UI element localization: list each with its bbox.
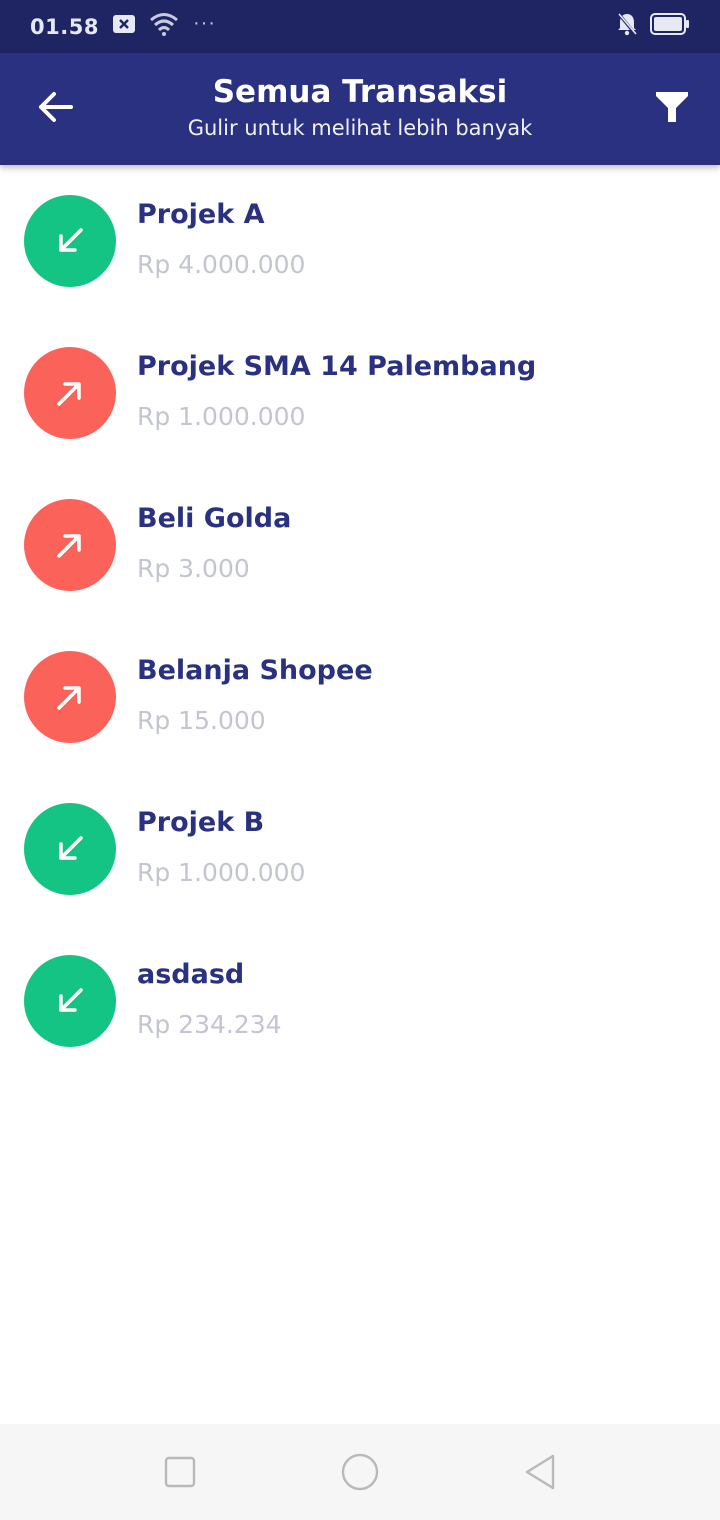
system-back-button[interactable] [518,1452,562,1496]
home-button[interactable] [338,1452,382,1496]
circle-icon [341,1453,379,1496]
arrow-left-icon [37,91,73,128]
triangle-back-icon [523,1453,557,1496]
page-title: Semua Transaksi [212,74,508,110]
transaction-name: Beli Golda [137,503,292,534]
transaction-item[interactable]: Projek SMA 14 Palembang Rp 1.000.000 [0,317,720,469]
transaction-amount: Rp 4.000.000 [137,250,306,279]
transaction-amount: Rp 15.000 [137,706,266,735]
transaction-item[interactable]: asdasd Rp 234.234 [0,925,720,1077]
income-arrow-icon [24,955,116,1047]
transaction-list: Projek A Rp 4.000.000 Projek SMA 14 Pale… [0,165,720,1077]
transaction-name: asdasd [137,959,245,990]
transaction-item[interactable]: Belanja Shopee Rp 15.000 [0,621,720,773]
transaction-name: Projek B [137,807,265,838]
notification-icon [112,15,135,38]
app-bar: Semua Transaksi Gulir untuk melihat lebi… [0,53,720,165]
transaction-item[interactable]: Beli Golda Rp 3.000 [0,469,720,621]
more-notifications-icon: ··· [192,12,216,34]
status-time: 01.58 [30,14,99,39]
battery-icon [650,13,690,40]
transaction-amount: Rp 3.000 [137,554,250,583]
expense-arrow-icon [24,499,116,591]
filter-funnel-icon [655,90,689,129]
income-arrow-icon [24,195,116,287]
transaction-name: Projek SMA 14 Palembang [137,351,537,382]
transaction-amount: Rp 234.234 [137,1010,282,1039]
transaction-name: Projek A [137,199,265,230]
recent-apps-button[interactable] [158,1452,202,1496]
back-button[interactable] [30,87,80,131]
silent-bell-icon [616,12,638,41]
expense-arrow-icon [24,347,116,439]
page-subtitle: Gulir untuk melihat lebih banyak [187,116,533,140]
transaction-amount: Rp 1.000.000 [137,858,306,887]
expense-arrow-icon [24,651,116,743]
status-bar: 01.58 ··· [0,0,720,53]
transaction-amount: Rp 1.000.000 [137,402,306,431]
filter-button[interactable] [648,85,696,133]
transaction-item[interactable]: Projek A Rp 4.000.000 [0,165,720,317]
title-block: Semua Transaksi Gulir untuk melihat lebi… [120,71,600,143]
wifi-icon [149,12,179,41]
transaction-item[interactable]: Projek B Rp 1.000.000 [0,773,720,925]
square-icon [164,1456,196,1493]
system-nav-bar [0,1424,720,1520]
transaction-name: Belanja Shopee [137,655,373,686]
income-arrow-icon [24,803,116,895]
